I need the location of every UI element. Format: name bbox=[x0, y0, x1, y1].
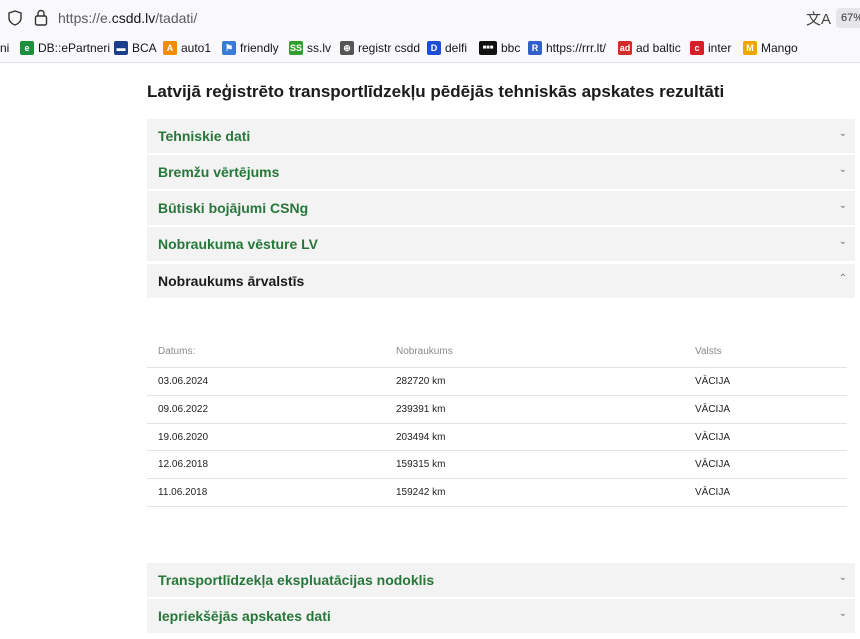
chevron-down-icon: ⌄ bbox=[838, 608, 847, 619]
column-header-date: Datums: bbox=[158, 346, 196, 357]
section-label: Būtiski bojājumi CSNg bbox=[158, 200, 309, 216]
bookmark-label: DB::ePartneri bbox=[38, 41, 111, 55]
bookmark-https-rrr-lt[interactable]: Rhttps://rrr.lt/ bbox=[528, 41, 606, 55]
country-cell: VĀCIJA bbox=[695, 487, 731, 498]
ss-icon: SS bbox=[289, 41, 303, 55]
bookmark-ad-baltic[interactable]: ad ad baltic bbox=[618, 41, 681, 55]
chevron-down-icon: ⌄ bbox=[838, 128, 847, 139]
bookmark-label: inter bbox=[708, 41, 732, 55]
friendly-flag-icon: ⚑ bbox=[222, 41, 236, 55]
rrr-icon: R bbox=[528, 41, 542, 55]
url-path: /tadati/ bbox=[155, 10, 198, 26]
url-host: csdd.lv bbox=[111, 10, 156, 26]
bookmark-label: https://rrr.lt/ bbox=[546, 41, 607, 55]
section-label: Iepriekšējās apskates dati bbox=[158, 608, 331, 624]
section-label: Transportlīdzekļa ekspluatācijas nodokli… bbox=[158, 572, 435, 588]
translate-icon[interactable]: 文A bbox=[806, 8, 831, 29]
bookmark-label: delfi bbox=[445, 41, 468, 55]
country-cell: VĀCIJA bbox=[695, 404, 731, 415]
bookmark-label: friendly bbox=[240, 41, 279, 55]
zoom-badge[interactable]: 67% bbox=[836, 8, 860, 28]
mango-icon: M bbox=[743, 41, 757, 55]
bookmark-label: ss.lv bbox=[307, 41, 331, 55]
section-nobraukuma-vesture-lv[interactable]: Nobraukuma vēsture LV ⌄ bbox=[147, 227, 855, 261]
bookmark-ni[interactable]: ni bbox=[0, 41, 9, 55]
section-label: Nobraukuma vēsture LV bbox=[158, 236, 319, 252]
table-row: 11.06.2018 159242 km VĀCIJA bbox=[147, 478, 847, 507]
mileage-cell: 159315 km bbox=[396, 459, 446, 470]
bookmark-auto1[interactable]: Aauto1 bbox=[163, 41, 211, 55]
mileage-cell: 203494 km bbox=[396, 432, 446, 443]
chevron-down-icon: ⌄ bbox=[838, 236, 847, 247]
ad-baltic-icon: ad bbox=[618, 41, 632, 55]
section-butiski-bojajumi[interactable]: Būtiski bojājumi CSNg ⌄ bbox=[147, 191, 855, 225]
bookmark-label: ad baltic bbox=[636, 41, 681, 55]
bookmark-delfi[interactable]: Ddelfi bbox=[427, 41, 467, 55]
bookmark-registr-csdd[interactable]: ⊕ registr csdd bbox=[340, 41, 420, 55]
inter-icon: c bbox=[690, 41, 704, 55]
column-header-mileage: Nobraukums bbox=[396, 346, 453, 357]
bookmark-label: registr csdd bbox=[358, 41, 421, 55]
section-nobraukums-arvalstis[interactable]: Nobraukums ārvalstīs ⌃ bbox=[147, 264, 855, 298]
bookmark-label: auto1 bbox=[181, 41, 212, 55]
shield-icon[interactable] bbox=[8, 10, 22, 26]
section-bremzu-vertejums[interactable]: Bremžu vērtējums ⌄ bbox=[147, 155, 855, 189]
bca-icon: ▬ bbox=[114, 41, 128, 55]
bookmark-ss-lv[interactable]: SS ss.lv bbox=[289, 41, 331, 55]
auto1-icon: A bbox=[163, 41, 177, 55]
section-ieprieksejas-apskates-dati[interactable]: Iepriekšējās apskates dati ⌄ bbox=[147, 599, 855, 633]
mileage-cell: 239391 km bbox=[396, 404, 446, 415]
mileage-cell: 282720 km bbox=[396, 376, 446, 387]
date-cell: 03.06.2024 bbox=[158, 376, 209, 387]
table-row: 12.06.2018 159315 km VĀCIJA bbox=[147, 450, 847, 478]
bookmark-label: ni bbox=[0, 41, 10, 55]
section-tehniskie-dati[interactable]: Tehniskie dati ⌄ bbox=[147, 119, 855, 153]
address-bar: https://e.csdd.lv/tadati/ 文A 67% bbox=[0, 0, 860, 36]
bookmarks-bar: ni e DB::ePartneri ▬ BCA Aauto1 ⚑ friendly SS ss.… bbox=[0, 36, 860, 63]
lock-icon[interactable] bbox=[34, 9, 48, 26]
chevron-down-icon: ⌄ bbox=[838, 200, 847, 211]
page-title: Latvijā reģistrēto transportlīdzekļu pēd… bbox=[147, 82, 725, 101]
bookmark-bca[interactable]: ▬ BCA bbox=[114, 41, 157, 55]
date-cell: 12.06.2018 bbox=[158, 459, 209, 470]
bookmark-inter[interactable]: c inter bbox=[690, 41, 731, 55]
bbc-icon: ■■■ bbox=[479, 41, 497, 55]
date-cell: 09.06.2022 bbox=[158, 404, 209, 415]
bookmark-bbc[interactable]: ■■■ bbc bbox=[479, 41, 520, 55]
bookmark-friendly[interactable]: ⚑ friendly bbox=[222, 41, 279, 55]
country-cell: VĀCIJA bbox=[695, 432, 731, 443]
url-prefix: https://e. bbox=[58, 10, 112, 26]
mileage-cell: 159242 km bbox=[396, 487, 446, 498]
bookmark-label: Mango bbox=[761, 41, 798, 55]
bookmark-label: BCA bbox=[132, 41, 157, 55]
date-cell: 19.06.2020 bbox=[158, 432, 209, 443]
bookmark-db-epartneri[interactable]: e DB::ePartneri bbox=[20, 41, 110, 55]
table-row: 03.06.2024 282720 km VĀCIJA bbox=[147, 367, 847, 395]
chevron-up-icon: ⌃ bbox=[838, 273, 847, 284]
url-field[interactable]: https://e.csdd.lv/tadati/ bbox=[58, 10, 197, 26]
table-row: 19.06.2020 203494 km VĀCIJA bbox=[147, 423, 847, 451]
chevron-down-icon: ⌄ bbox=[838, 164, 847, 175]
bookmark-mango[interactable]: M Mango bbox=[743, 41, 798, 55]
section-label: Tehniskie dati bbox=[158, 128, 251, 144]
section-label: Nobraukums ārvalstīs bbox=[158, 273, 305, 289]
section-ekspluatacijas-nodoklis[interactable]: Transportlīdzekļa ekspluatācijas nodokli… bbox=[147, 563, 855, 597]
date-cell: 11.06.2018 bbox=[158, 487, 208, 498]
country-cell: VĀCIJA bbox=[695, 459, 731, 470]
section-label: Bremžu vērtējums bbox=[158, 164, 280, 180]
bookmark-label: bbc bbox=[501, 41, 521, 55]
table-row: 09.06.2022 239391 km VĀCIJA bbox=[147, 395, 847, 423]
country-cell: VĀCIJA bbox=[695, 376, 731, 387]
globe-icon: ⊕ bbox=[340, 41, 354, 55]
db-epartneri-icon: e bbox=[20, 41, 34, 55]
chevron-down-icon: ⌄ bbox=[838, 572, 847, 583]
column-header-country: Valsts bbox=[695, 346, 722, 357]
delfi-icon: D bbox=[427, 41, 441, 55]
